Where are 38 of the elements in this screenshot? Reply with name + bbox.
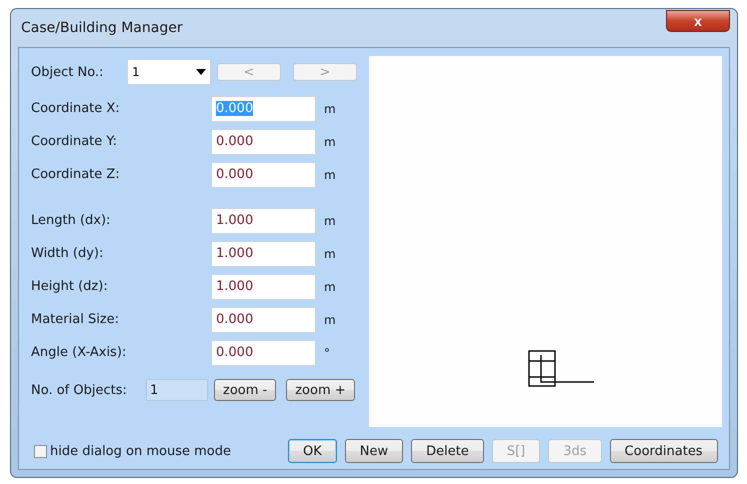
field-label: Coordinate X: bbox=[31, 101, 121, 116]
field-label: No. of Objects: bbox=[31, 382, 128, 398]
dialog-button[interactable]: OK bbox=[288, 439, 337, 463]
field-label: Coordinate Z: bbox=[31, 167, 121, 182]
dialog-button[interactable]: New bbox=[344, 439, 404, 463]
unit-label: ° bbox=[324, 346, 330, 360]
hide-dialog-checkbox[interactable]: hide dialog on mouse mode bbox=[34, 444, 288, 458]
input-field[interactable]: 0.000 bbox=[211, 306, 316, 332]
zoom-out-button[interactable]: zoom - bbox=[214, 379, 276, 401]
caret-icon bbox=[196, 69, 206, 75]
field-label: Length (dx): bbox=[31, 213, 112, 228]
unit-label: m bbox=[324, 134, 336, 148]
unit-label: m bbox=[324, 280, 336, 294]
field-label: Object No.: bbox=[31, 64, 104, 80]
object-number-dropdown[interactable]: 1 bbox=[127, 59, 211, 85]
input-field[interactable]: 1.000 bbox=[211, 240, 316, 266]
input-field[interactable]: 1.000 bbox=[211, 274, 316, 300]
input-field[interactable]: 0.000 bbox=[211, 340, 316, 366]
dialog-button[interactable]: Coordinates bbox=[610, 439, 718, 463]
field-label: Angle (X-Axis): bbox=[31, 345, 128, 360]
zoom-in-button[interactable]: zoom + bbox=[286, 379, 355, 401]
box-drawing bbox=[528, 350, 595, 387]
input-field[interactable]: 0.000 bbox=[211, 162, 316, 188]
field-label: Width (dy): bbox=[31, 246, 104, 261]
close-button[interactable]: x bbox=[666, 10, 730, 32]
window-title: Case/Building Manager bbox=[20, 20, 183, 36]
field-label: Material Size: bbox=[31, 312, 120, 327]
input-field[interactable]: 1.000 bbox=[211, 208, 316, 234]
unit-label: m bbox=[324, 214, 336, 228]
object-count-field[interactable]: 1 bbox=[146, 379, 208, 401]
input-field[interactable]: 0.000 bbox=[211, 128, 316, 154]
dialog-button[interactable]: Delete bbox=[411, 439, 484, 463]
unit-label: m bbox=[324, 246, 336, 260]
field-label: Height (dz): bbox=[31, 279, 109, 294]
field-label: Coordinate Y: bbox=[31, 134, 118, 149]
unit-label: m bbox=[324, 312, 336, 326]
unit-label: m bbox=[324, 168, 336, 182]
unit-label: m bbox=[324, 102, 336, 116]
